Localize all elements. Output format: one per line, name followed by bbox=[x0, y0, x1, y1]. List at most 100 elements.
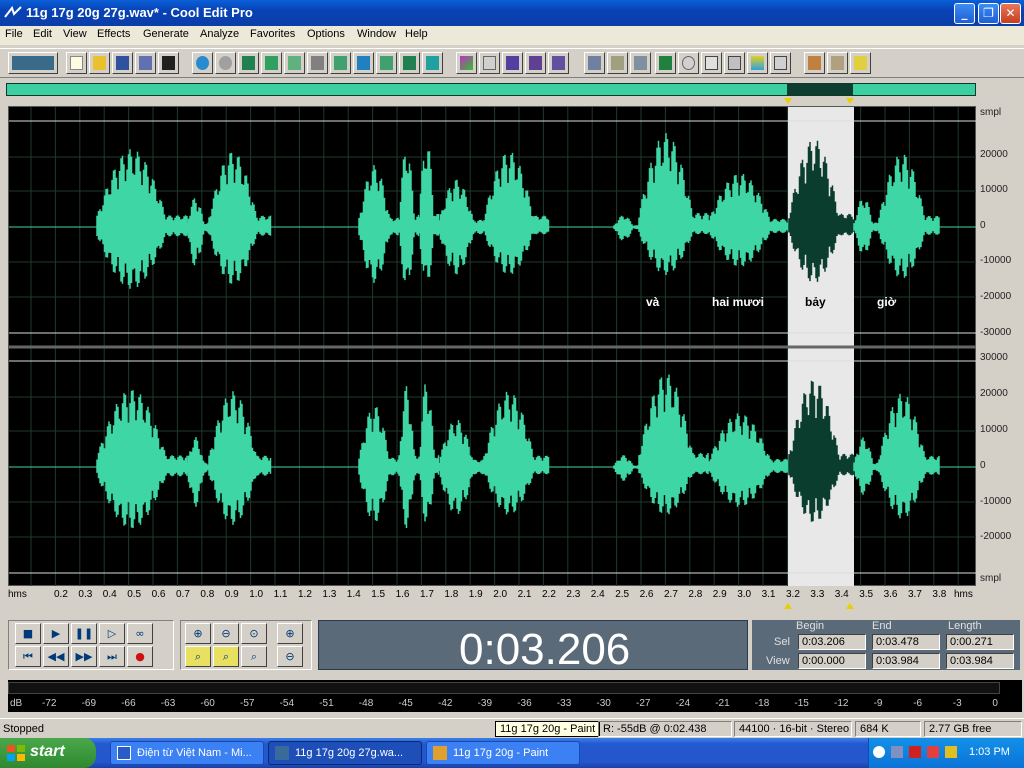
record-button[interactable]: ● bbox=[127, 646, 153, 667]
undo-icon[interactable] bbox=[192, 52, 213, 74]
current-time: 0:03.206 bbox=[459, 625, 631, 674]
play-icon[interactable] bbox=[548, 52, 569, 74]
view-end-field[interactable]: 0:03.984 bbox=[872, 653, 940, 669]
zoom-icon[interactable] bbox=[678, 52, 699, 74]
mix-paste-icon[interactable] bbox=[376, 52, 397, 74]
tray-expand-icon[interactable] bbox=[873, 746, 885, 758]
stop-button[interactable]: ■ bbox=[15, 623, 41, 644]
view-begin-field[interactable]: 0:00.000 bbox=[798, 653, 866, 669]
y-tick: 20000 bbox=[980, 388, 1008, 399]
list-icon[interactable] bbox=[724, 52, 745, 74]
close-button[interactable]: ✕ bbox=[1000, 3, 1021, 24]
rewind-button[interactable]: ◀◀ bbox=[43, 646, 69, 667]
play-button[interactable]: ▶ bbox=[43, 623, 69, 644]
time-ruler[interactable]: hms 0.2 0.3 0.4 0.5 0.6 0.7 0.8 0.9 1.0 1.1 1.2 1.3… bbox=[8, 586, 976, 604]
save-all-icon[interactable] bbox=[158, 52, 179, 74]
sel-end-field[interactable]: 0:03.478 bbox=[872, 634, 940, 650]
time-tick: 2.2 bbox=[542, 589, 556, 600]
menu-view[interactable]: View bbox=[63, 28, 87, 40]
zoom-in-horizontal-icon[interactable]: ⊕ bbox=[185, 623, 211, 644]
unikey-icon[interactable] bbox=[927, 746, 939, 758]
help-icon[interactable] bbox=[850, 52, 871, 74]
loop-button[interactable]: ∞ bbox=[127, 623, 153, 644]
go-to-end-button[interactable]: ⏭ bbox=[99, 646, 125, 667]
go-to-start-button[interactable]: ⏮ bbox=[15, 646, 41, 667]
task-word-document[interactable]: Điện từ Việt Nam - Mi... bbox=[110, 741, 264, 765]
start-button[interactable]: start bbox=[0, 738, 96, 768]
antivirus-icon[interactable] bbox=[909, 746, 921, 758]
tips-icon[interactable] bbox=[827, 52, 848, 74]
new-icon[interactable] bbox=[66, 52, 87, 74]
cool-edit-app-icon[interactable] bbox=[4, 5, 22, 21]
open-icon[interactable] bbox=[89, 52, 110, 74]
scissors-icon[interactable] bbox=[307, 52, 328, 74]
maximize-button[interactable]: ❐ bbox=[978, 3, 999, 24]
display-icon[interactable] bbox=[630, 52, 651, 74]
task-paint[interactable]: 11g 17g 20g - Paint bbox=[426, 741, 580, 765]
paste-icon[interactable] bbox=[330, 52, 351, 74]
save-as-icon[interactable] bbox=[135, 52, 156, 74]
sel-length-field[interactable]: 0:00.271 bbox=[946, 634, 1014, 650]
stop-icon[interactable] bbox=[584, 52, 605, 74]
view-icon[interactable] bbox=[607, 52, 628, 74]
time-tick: 1.2 bbox=[298, 589, 312, 600]
zoom-in-vertical-icon[interactable]: ⊕ bbox=[277, 623, 303, 644]
zoom-right-icon[interactable]: ⌕ bbox=[213, 646, 239, 667]
copy-icon[interactable] bbox=[284, 52, 305, 74]
multitrack-insert-icon[interactable] bbox=[422, 52, 443, 74]
network-icon[interactable] bbox=[891, 746, 903, 758]
menu-help[interactable]: Help bbox=[405, 28, 428, 40]
play-to-end-button[interactable]: ▷ bbox=[99, 623, 125, 644]
overview-bar[interactable] bbox=[6, 83, 976, 96]
title-bar: 11g 17g 20g 27g.wav* - Cool Edit Pro _ ❐… bbox=[0, 0, 1024, 26]
settings-icon[interactable] bbox=[804, 52, 825, 74]
options-icon[interactable] bbox=[502, 52, 523, 74]
save-icon[interactable] bbox=[112, 52, 133, 74]
zoom-selection-icon[interactable]: ⌕ bbox=[241, 646, 267, 667]
db-tick: -60 bbox=[200, 698, 215, 709]
waveform-segment bbox=[483, 391, 550, 515]
y-tick: -10000 bbox=[980, 496, 1012, 507]
time-tick: 0.4 bbox=[102, 589, 117, 600]
insert-icon[interactable] bbox=[399, 52, 420, 74]
minimize-button[interactable]: _ bbox=[954, 3, 975, 24]
sel-begin-field[interactable]: 0:03.206 bbox=[798, 634, 866, 650]
menu-analyze[interactable]: Analyze bbox=[200, 28, 239, 40]
task-cool-edit[interactable]: 11g 17g 20g 27g.wa... bbox=[268, 741, 422, 765]
cue-icon[interactable] bbox=[701, 52, 722, 74]
y-tick: -10000 bbox=[980, 255, 1012, 266]
overview-selection[interactable] bbox=[787, 84, 853, 95]
spectral-icon[interactable] bbox=[479, 52, 500, 74]
tray-app-icon[interactable] bbox=[945, 746, 957, 758]
cut-marker-icon[interactable] bbox=[261, 52, 282, 74]
fast-forward-button[interactable]: ▶▶ bbox=[71, 646, 97, 667]
view-length-field[interactable]: 0:03.984 bbox=[946, 653, 1014, 669]
db-tick: -24 bbox=[675, 698, 691, 709]
menu-options[interactable]: Options bbox=[307, 28, 345, 40]
menu-favorites[interactable]: Favorites bbox=[250, 28, 295, 40]
status-format: 44100 · 16-bit · Stereo bbox=[734, 721, 852, 737]
waveform-display[interactable]: và hai mươi bảy giờ bbox=[8, 106, 977, 587]
loop-icon[interactable] bbox=[238, 52, 259, 74]
time-icon[interactable] bbox=[655, 52, 676, 74]
zoom-left-icon[interactable]: ⌕ bbox=[185, 646, 211, 667]
find-icon[interactable] bbox=[456, 52, 477, 74]
zoom-out-vertical-icon[interactable]: ⊖ bbox=[277, 646, 303, 667]
record-icon[interactable] bbox=[525, 52, 546, 74]
menu-window[interactable]: Window bbox=[357, 28, 396, 40]
redo-icon[interactable] bbox=[215, 52, 236, 74]
zoom-full-icon[interactable]: ⊙ bbox=[241, 623, 267, 644]
menu-generate[interactable]: Generate bbox=[143, 28, 189, 40]
menu-edit[interactable]: Edit bbox=[33, 28, 52, 40]
y-unit-top: smpl bbox=[980, 107, 1002, 118]
metronome-icon[interactable] bbox=[747, 52, 768, 74]
time-tick: 1.7 bbox=[420, 589, 434, 600]
waveform-multitrack-toggle-icon[interactable] bbox=[8, 52, 58, 74]
level-icon[interactable] bbox=[770, 52, 791, 74]
paste-into-icon[interactable] bbox=[353, 52, 374, 74]
zoom-out-horizontal-icon[interactable]: ⊖ bbox=[213, 623, 239, 644]
menu-file[interactable]: File bbox=[5, 28, 23, 40]
waveform-canvas[interactable]: và hai mươi bảy giờ bbox=[9, 107, 977, 587]
pause-button[interactable]: ❚❚ bbox=[71, 623, 97, 644]
menu-effects[interactable]: Effects bbox=[97, 28, 130, 40]
